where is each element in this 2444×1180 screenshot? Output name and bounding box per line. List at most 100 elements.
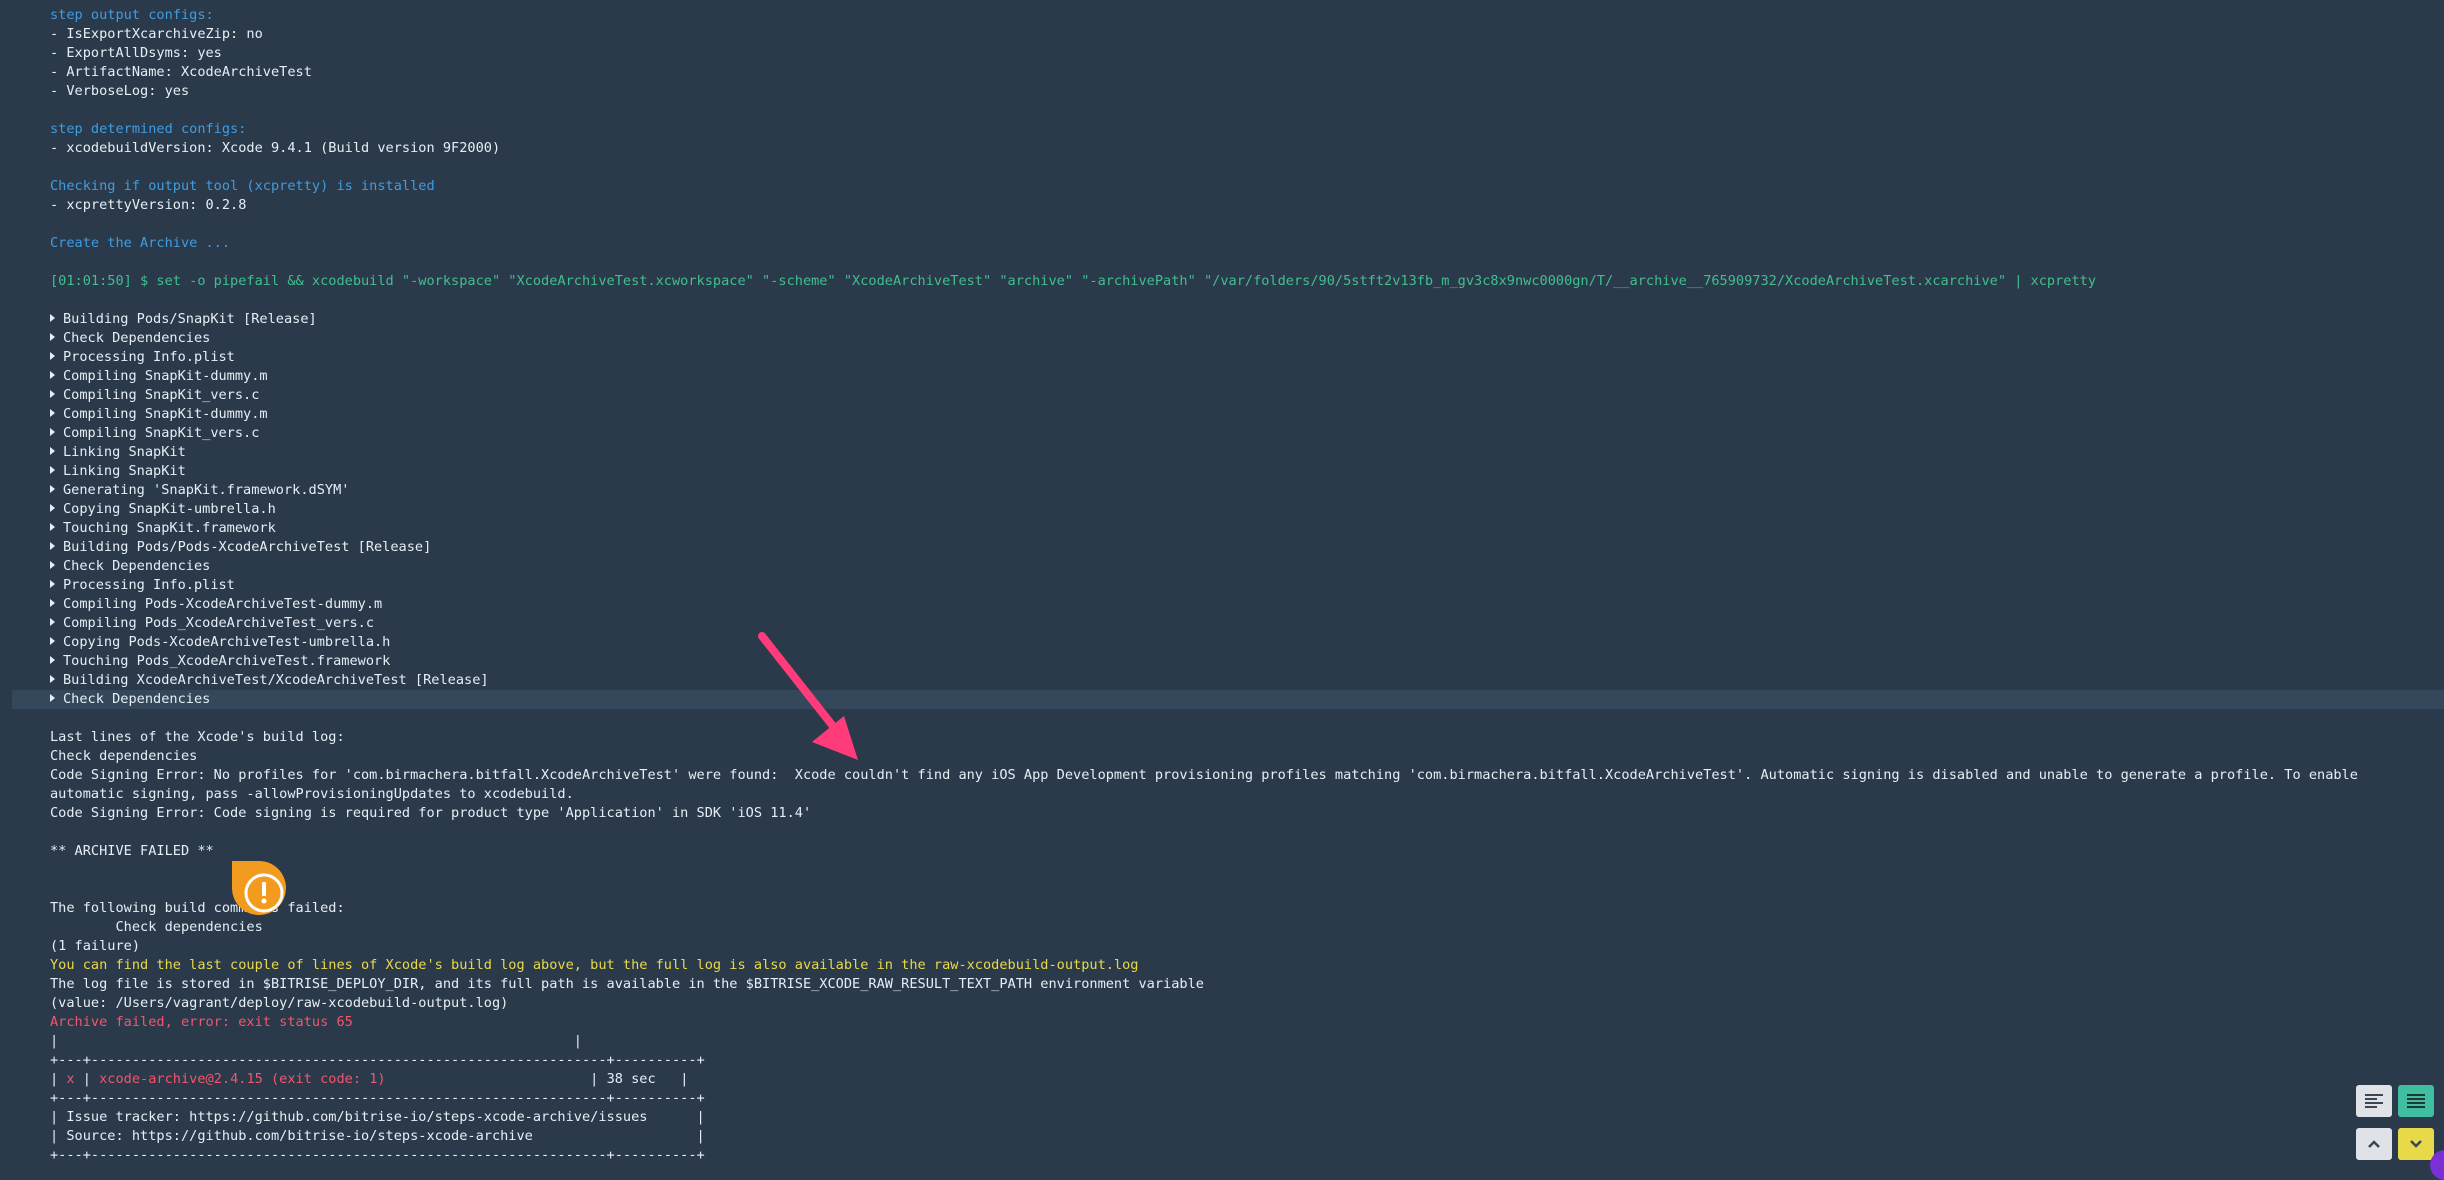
config-line: - VerboseLog: yes — [50, 83, 190, 99]
build-step-row[interactable]: Check Dependencies — [0, 557, 2444, 576]
build-step-label: Copying SnapKit-umbrella.h — [63, 501, 276, 517]
build-step-row[interactable]: Processing Info.plist — [0, 576, 2444, 595]
build-step-label: Generating 'SnapKit.framework.dSYM' — [63, 482, 350, 498]
build-step-label: Check Dependencies — [63, 330, 211, 346]
caret-right-icon — [50, 352, 55, 360]
failed-commands-heading: The following build commands failed: — [50, 900, 345, 916]
caret-right-icon — [50, 371, 55, 379]
caret-right-icon — [50, 523, 55, 531]
step-duration: 38 sec — [606, 1071, 656, 1087]
section-heading: step output configs: — [50, 7, 214, 23]
row-suffix: | — [655, 1071, 689, 1087]
summary-border: +---+-----------------------------------… — [50, 1147, 705, 1163]
build-step-label: Compiling SnapKit-dummy.m — [63, 406, 268, 422]
row-mid: | — [74, 1071, 100, 1087]
section-heading: Checking if output tool (xcpretty) is in… — [50, 178, 435, 194]
build-step-row[interactable]: Processing Info.plist — [0, 348, 2444, 367]
scroll-top-button[interactable] — [2356, 1128, 2392, 1160]
build-step-label: Processing Info.plist — [63, 349, 235, 365]
build-step-label: Compiling Pods-XcodeArchiveTest-dummy.m — [63, 596, 383, 612]
build-step-label: Linking SnapKit — [63, 463, 186, 479]
build-step-row[interactable]: Building Pods/SnapKit [Release] — [0, 310, 2444, 329]
caret-right-icon — [50, 599, 55, 607]
wrap-lines-button[interactable] — [2356, 1085, 2392, 1117]
build-step-row[interactable]: Linking SnapKit — [0, 462, 2444, 481]
build-step-row[interactable]: Check Dependencies — [0, 329, 2444, 348]
scroll-bottom-button[interactable] — [2398, 1128, 2434, 1160]
build-step-row[interactable]: Touching SnapKit.framework — [0, 519, 2444, 538]
build-step-label: Touching Pods_XcodeArchiveTest.framework — [63, 653, 391, 669]
build-step-label: Check Dependencies — [63, 558, 211, 574]
build-log: step output configs: - IsExportXcarchive… — [0, 0, 2444, 1165]
build-step-row[interactable]: Compiling Pods_XcodeArchiveTest_vers.c — [0, 614, 2444, 633]
caret-right-icon — [50, 314, 55, 322]
caret-right-icon — [50, 390, 55, 398]
build-step-row[interactable]: Copying Pods-XcodeArchiveTest-umbrella.h — [0, 633, 2444, 652]
caret-right-icon — [50, 504, 55, 512]
error-message: Archive failed, error: exit status 65 — [50, 1014, 353, 1030]
chevron-down-icon — [2410, 1140, 2422, 1148]
build-step-row[interactable]: Compiling Pods-XcodeArchiveTest-dummy.m — [0, 595, 2444, 614]
caret-right-icon — [50, 466, 55, 474]
full-lines-button[interactable] — [2398, 1085, 2434, 1117]
caret-right-icon — [50, 694, 55, 702]
annotation-arrow — [758, 632, 858, 760]
archive-failed: ** ARCHIVE FAILED ** — [50, 843, 214, 859]
config-line: - xcodebuildVersion: Xcode 9.4.1 (Build … — [50, 140, 501, 156]
row-pad: | — [385, 1071, 607, 1087]
build-step-row[interactable]: Building XcodeArchiveTest/XcodeArchiveTe… — [0, 671, 2444, 690]
failed-command: Check dependencies — [50, 919, 263, 935]
caret-right-icon — [50, 618, 55, 626]
build-step-row[interactable]: Compiling SnapKit_vers.c — [0, 386, 2444, 405]
caret-right-icon — [50, 561, 55, 569]
issue-tracker-line: | Issue tracker: https://github.com/bitr… — [50, 1109, 705, 1125]
build-step-row[interactable]: Compiling SnapKit-dummy.m — [0, 367, 2444, 386]
build-log-line: Last lines of the Xcode's build log: — [50, 729, 345, 745]
build-step-row[interactable]: Check Dependencies — [12, 690, 2444, 709]
caret-right-icon — [50, 637, 55, 645]
status-mark: x — [66, 1071, 75, 1087]
build-step-row[interactable]: Generating 'SnapKit.framework.dSYM' — [0, 481, 2444, 500]
caret-right-icon — [50, 580, 55, 588]
build-step-label: Building Pods/Pods-XcodeArchiveTest [Rel… — [63, 539, 432, 555]
build-step-label: Processing Info.plist — [63, 577, 235, 593]
build-step-label: Compiling SnapKit_vers.c — [63, 387, 260, 403]
build-step-label: Compiling SnapKit_vers.c — [63, 425, 260, 441]
caret-right-icon — [50, 428, 55, 436]
config-line: - ExportAllDsyms: yes — [50, 45, 222, 61]
build-step-row[interactable]: Compiling SnapKit_vers.c — [0, 424, 2444, 443]
build-step-label: Linking SnapKit — [63, 444, 186, 460]
build-step-row[interactable]: Building Pods/Pods-XcodeArchiveTest [Rel… — [0, 538, 2444, 557]
warning-marker-icon — [232, 861, 286, 915]
build-step-row[interactable]: Compiling SnapKit-dummy.m — [0, 405, 2444, 424]
section-heading: Create the Archive ... — [50, 235, 231, 251]
caret-right-icon — [50, 485, 55, 493]
summary-step-row: | x | xcode-archive@2.4.15 (exit code: 1… — [0, 1070, 2444, 1089]
source-line: | Source: https://github.com/bitrise-io/… — [50, 1128, 705, 1144]
section-heading: step determined configs: — [50, 121, 247, 137]
build-steps-list: Building Pods/SnapKit [Release] Check Dep… — [0, 310, 2444, 709]
build-step-label: Check Dependencies — [63, 691, 211, 707]
build-step-row[interactable]: Touching Pods_XcodeArchiveTest.framework — [0, 652, 2444, 671]
build-step-label: Building XcodeArchiveTest/XcodeArchiveTe… — [63, 672, 489, 688]
log-value: (value: /Users/vagrant/deploy/raw-xcodeb… — [50, 995, 509, 1011]
config-line: - ArtifactName: XcodeArchiveTest — [50, 64, 312, 80]
build-step-label: Touching SnapKit.framework — [63, 520, 276, 536]
build-step-label: Building Pods/SnapKit [Release] — [63, 311, 317, 327]
caret-right-icon — [50, 656, 55, 664]
summary-blank-row: | | — [50, 1033, 582, 1049]
build-step-row[interactable]: Linking SnapKit — [0, 443, 2444, 462]
summary-border: +---+-----------------------------------… — [50, 1052, 705, 1068]
build-step-label: Compiling Pods_XcodeArchiveTest_vers.c — [63, 615, 374, 631]
code-signing-error-cont: automatic signing, pass -allowProvisioni… — [50, 786, 574, 802]
build-step-row[interactable]: Copying SnapKit-umbrella.h — [0, 500, 2444, 519]
chevron-up-icon — [2368, 1140, 2380, 1148]
